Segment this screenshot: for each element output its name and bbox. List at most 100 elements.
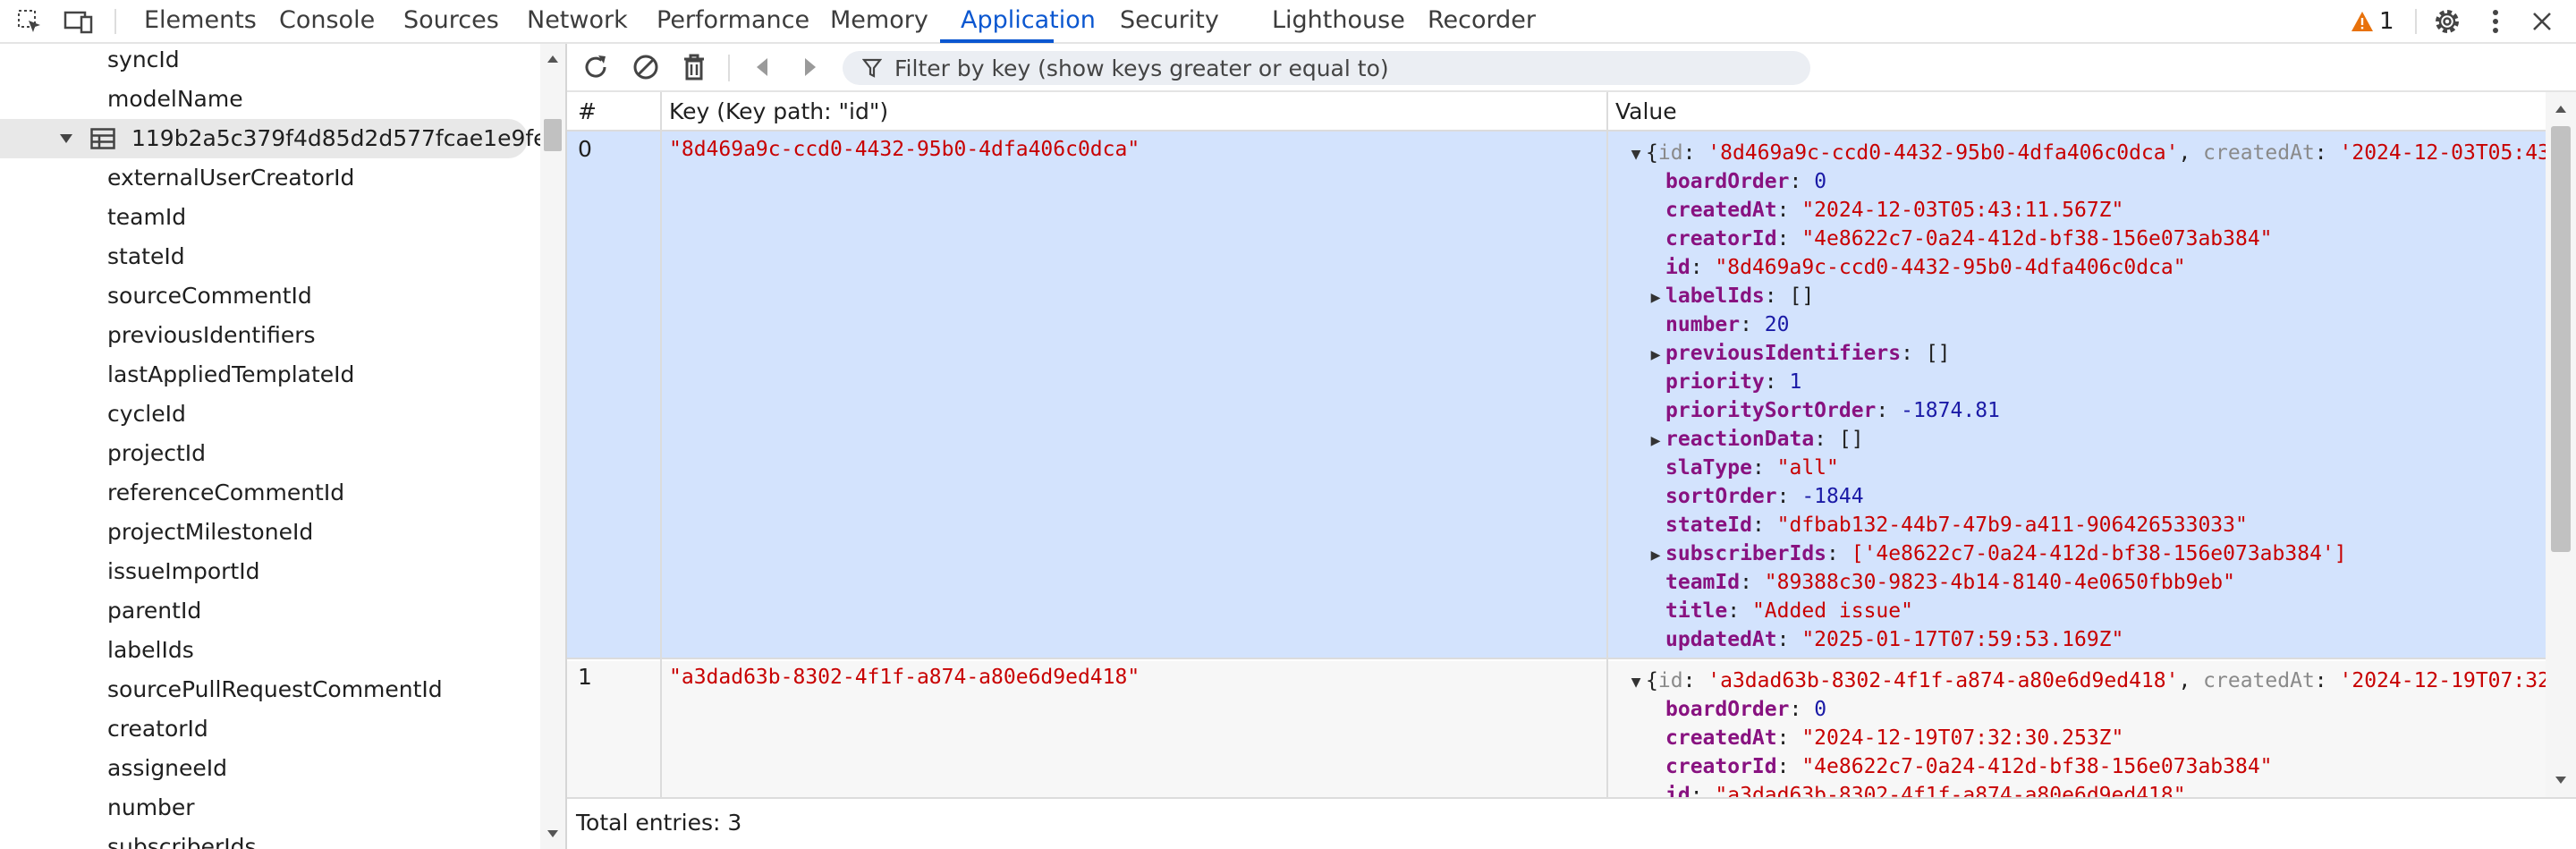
column-header-value[interactable]: Value [1615,92,1677,132]
inspect-element-icon[interactable] [13,0,47,43]
warnings-counter[interactable]: 1 [2351,0,2394,43]
scroll-down-arrow-icon[interactable] [2555,776,2567,785]
data-grid: # Key (Key path: "id") Value 0 "8d469a9c… [567,92,2546,797]
total-entries: Total entries: 3 [567,797,2576,849]
data-grid-scroll-thumb[interactable] [2551,126,2571,552]
warning-icon [2351,12,2373,31]
property-row: createdAt: "2024-12-19T07:32:30.253Z" [1665,726,2124,750]
tree-item-index[interactable]: number [0,788,528,828]
tab-network[interactable]: Network [527,0,628,42]
toolbar-divider [114,9,116,34]
column-divider[interactable] [1606,92,1608,797]
tree-item-index[interactable]: creatorId [0,709,528,749]
row-key: "8d469a9c-ccd0-4432-95b0-4dfa406c0dca" [669,138,1140,161]
key-filter-input[interactable] [893,54,1791,82]
property-row: prioritySortOrder: -1874.81 [1665,399,2000,422]
sidebar-scrollbar[interactable] [540,44,565,849]
property-row: title: "Added issue" [1665,599,1913,623]
row-key: "a3dad63b-8302-4f1f-a874-a80e6d9ed418" [669,666,1140,689]
table-row[interactable]: 0 "8d469a9c-ccd0-4432-95b0-4dfa406c0dca"… [567,132,2546,659]
clear-object-store-icon[interactable] [630,51,662,83]
column-header-key[interactable]: Key (Key path: "id") [669,92,888,132]
tree-item-index[interactable]: assigneeId [0,749,528,788]
close-icon[interactable] [2524,0,2560,43]
scroll-up-arrow-icon[interactable] [547,55,559,64]
property-row: number: 20 [1665,313,1790,336]
property-row: boardOrder: 0 [1665,698,1827,721]
settings-gear-icon[interactable] [2429,0,2465,43]
application-sidebar: syncId modelName 119b2a5c379f4d85d2d577f… [0,44,540,849]
table-icon [90,128,115,149]
collapse-arrow-icon[interactable]: ▼ [1626,668,1646,697]
property-row: teamId: "89388c30-9823-4b14-8140-4e0650f… [1665,571,2235,594]
tab-elements[interactable]: Elements [144,0,257,42]
property-row: createdAt: "2024-12-03T05:43:11.567Z" [1665,199,2124,222]
filter-icon [862,58,882,78]
value-summary[interactable]: ▼ {id: '8d469a9c-ccd0-4432-95b0-4dfa406c0… [1626,139,2546,167]
indexeddb-data-view: # Key (Key path: "id") Value 0 "8d469a9c… [567,44,2576,849]
tree-item-index[interactable]: labelIds [0,631,528,670]
active-tab-indicator [940,39,1054,43]
delete-icon[interactable] [678,51,710,83]
tree-item-index[interactable]: issueImportId [0,552,528,591]
expand-arrow-icon[interactable]: ▶ [1646,541,1665,570]
sidebar-scroll-thumb[interactable] [544,119,562,151]
previous-page-icon[interactable] [746,51,778,83]
scroll-up-arrow-icon[interactable] [2555,105,2567,114]
tree-item-index[interactable]: projectId [0,434,528,473]
data-view-toolbar [567,44,2576,92]
tab-performance[interactable]: Performance [657,0,809,42]
tab-recorder[interactable]: Recorder [1428,0,1536,42]
tree-item-index[interactable]: sourcePullRequestCommentId [0,670,528,709]
property-row: stateId: "dfbab132-44b7-47b9-a411-906426… [1665,514,2248,537]
property-row: creatorId: "4e8622c7-0a24-412d-bf38-156e… [1665,227,2273,250]
tab-memory[interactable]: Memory [830,0,928,42]
table-row[interactable]: 1 "a3dad63b-8302-4f1f-a874-a80e6d9ed418"… [567,661,2546,797]
tab-sources[interactable]: Sources [403,0,499,42]
toolbar-divider [728,55,730,81]
key-filter[interactable] [843,51,1810,85]
next-page-icon[interactable] [794,51,826,83]
tree-item-index[interactable]: previousIdentifiers [0,316,528,355]
tree-item-modelname[interactable]: modelName [0,80,528,119]
data-grid-scrollbar[interactable] [2546,92,2576,797]
property-row: creatorId: "4e8622c7-0a24-412d-bf38-156e… [1665,755,2273,778]
refresh-icon[interactable] [580,51,612,83]
tree-item-index[interactable]: stateId [0,237,528,276]
tree-item-index[interactable]: sourceCommentId [0,276,528,316]
expand-arrow-icon[interactable]: ▶ [1646,341,1665,369]
column-divider[interactable] [660,92,662,797]
tree-item-index[interactable]: lastAppliedTemplateId [0,355,528,395]
property-row: sortOrder: -1844 [1665,485,1864,508]
column-header-index[interactable]: # [578,92,597,132]
property-row: id: "a3dad63b-8302-4f1f-a874-a80e6d9ed41… [1665,784,2186,797]
row-value: ▼ {id: '8d469a9c-ccd0-4432-95b0-4dfa406c0… [1626,139,2546,654]
property-row[interactable]: ▶ previousIdentifiers: [] [1626,339,2546,368]
value-summary[interactable]: ▼ {id: 'a3dad63b-8302-4f1f-a874-a80e6d9ed… [1626,666,2546,695]
property-row: priority: 1 [1665,370,1802,394]
tree-item-object-store[interactable]: 119b2a5c379f4d85d2d577fcae1e9feb [0,119,540,158]
tree-item-index[interactable]: parentId [0,591,528,631]
more-options-icon[interactable] [2479,0,2512,43]
property-row[interactable]: ▶ subscriberIds: ['4e8622c7-0a24-412d-bf3… [1626,539,2546,568]
collapse-arrow-icon[interactable]: ▼ [1626,140,1646,169]
tree-item-index[interactable]: projectMilestoneId [0,513,528,552]
tab-application[interactable]: Application [961,0,1096,42]
expand-arrow-icon[interactable] [59,132,73,145]
property-row[interactable]: ▶ reactionData: [] [1626,425,2546,454]
tree-item-index[interactable]: cycleId [0,395,528,434]
tree-item-index[interactable]: externalUserCreatorId [0,158,528,198]
property-row[interactable]: ▶ labelIds: [] [1626,282,2546,310]
tree-item-syncid[interactable]: syncId [0,44,528,80]
tab-lighthouse[interactable]: Lighthouse [1272,0,1405,42]
device-toggle-icon[interactable] [61,0,97,43]
devtools-toolbar: Elements Console Sources Network Perform… [0,0,2576,44]
expand-arrow-icon[interactable]: ▶ [1646,284,1665,312]
scroll-down-arrow-icon[interactable] [547,829,559,838]
tree-item-index[interactable]: referenceCommentId [0,473,528,513]
tab-console[interactable]: Console [279,0,375,42]
tree-item-index[interactable]: subscriberIds [0,828,528,849]
tree-item-index[interactable]: teamId [0,198,528,237]
expand-arrow-icon[interactable]: ▶ [1646,427,1665,455]
tab-security[interactable]: Security [1120,0,1219,42]
